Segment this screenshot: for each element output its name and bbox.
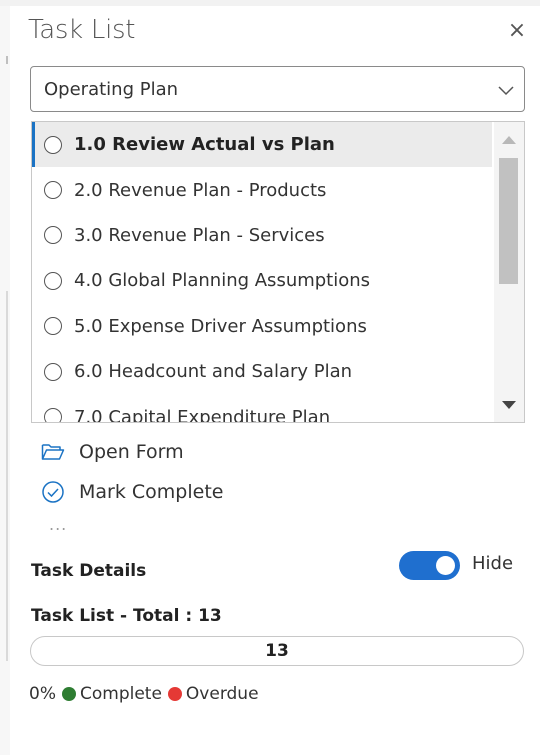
status-legend: 0% Complete Overdue [29,684,259,704]
task-label: 7.0 Capital Expenditure Plan [74,406,331,423]
radio-icon[interactable] [44,135,62,154]
overdue-dot-icon [167,687,182,701]
scrollbar[interactable] [494,122,524,422]
task-item[interactable]: 7.0 Capital Expenditure Plan [32,394,492,423]
window-edge-left [0,6,10,755]
percent-complete: 0% [29,684,56,704]
radio-icon[interactable] [44,317,62,336]
edge-marker [6,56,8,64]
task-item[interactable]: 6.0 Headcount and Salary Plan [32,349,492,394]
chevron-down-icon [498,86,514,96]
radio-icon[interactable] [44,362,62,381]
task-label: 4.0 Global Planning Assumptions [74,270,371,292]
progress-bar: 13 [30,636,524,666]
radio-icon[interactable] [44,271,62,290]
scroll-up-arrow[interactable] [502,136,516,144]
radio-icon[interactable] [44,226,62,245]
panel-title: Task List [28,15,136,45]
task-label: 3.0 Revenue Plan - Services [74,224,325,246]
task-item[interactable]: 5.0 Expense Driver Assumptions [32,304,492,349]
task-total-label: Task List - Total : 13 [31,606,222,626]
task-list-dropdown[interactable]: Operating Plan [30,66,525,112]
toggle-knob [436,556,455,575]
task-list: 1.0 Review Actual vs Plan 2.0 Revenue Pla… [31,121,525,423]
edge-marker [6,291,8,661]
task-item[interactable]: 4.0 Global Planning Assumptions [32,258,492,303]
task-details-label: Task Details [31,561,147,581]
progress-value: 13 [265,641,289,661]
task-item[interactable]: 2.0 Revenue Plan - Products [32,167,492,212]
scroll-down-arrow[interactable] [502,401,516,409]
task-label: 1.0 Review Actual vs Plan [74,134,335,156]
task-details-toggle[interactable] [399,551,460,580]
complete-label: Complete [79,684,162,704]
toggle-label: Hide [472,553,514,574]
mark-complete-button[interactable]: Mark Complete [41,480,223,504]
mark-complete-label: Mark Complete [79,481,224,503]
task-label: 5.0 Expense Driver Assumptions [74,315,367,337]
task-item[interactable]: 1.0 Review Actual vs Plan [32,122,492,168]
task-label: 6.0 Headcount and Salary Plan [74,361,353,383]
check-circle-icon [42,481,64,503]
task-label: 2.0 Revenue Plan - Products [74,179,327,201]
window-edge-top [0,0,540,6]
task-items: 1.0 Review Actual vs Plan 2.0 Revenue Pla… [32,122,492,423]
task-item[interactable]: 3.0 Revenue Plan - Services [32,213,492,258]
radio-icon[interactable] [44,181,62,200]
radio-icon[interactable] [44,408,62,422]
complete-dot-icon [61,687,76,701]
scroll-thumb[interactable] [499,158,518,284]
open-form-button[interactable]: Open Form [41,441,184,463]
close-icon[interactable]: × [502,16,532,46]
folder-open-icon [41,444,65,460]
overdue-label: Overdue [185,684,259,704]
more-actions-button[interactable]: ... [49,515,67,534]
open-form-label: Open Form [79,441,184,463]
dropdown-selected-value: Operating Plan [44,79,179,100]
